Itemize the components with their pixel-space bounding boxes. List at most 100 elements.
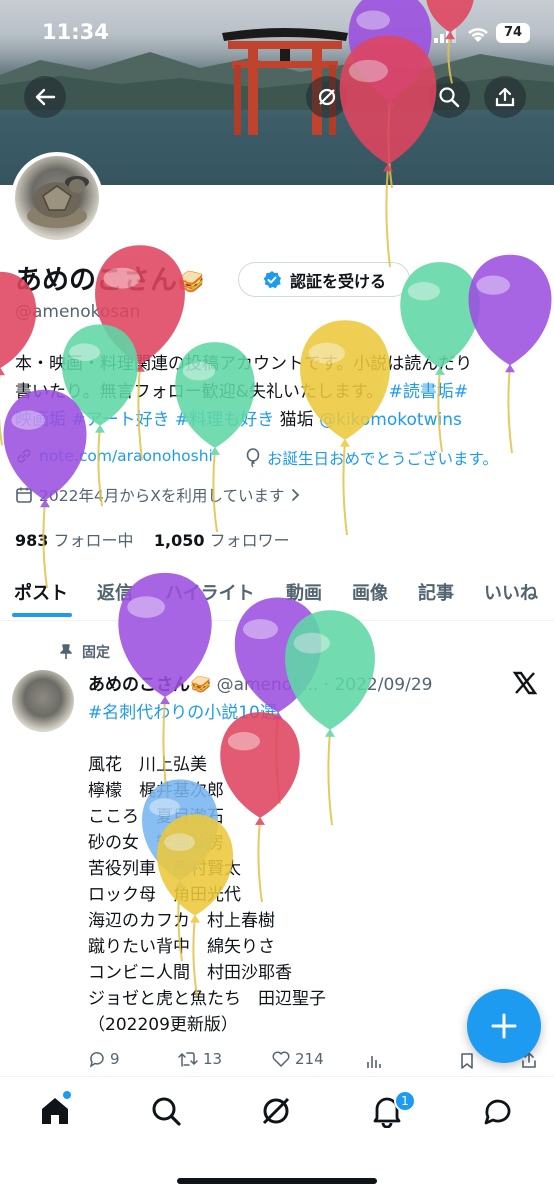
active-tab-indicator [12,613,72,617]
following-count: 983 [15,531,49,550]
birthday-row: お誕生日おめでとうございます。 [245,447,498,469]
search-icon [439,87,460,108]
reply-button[interactable]: 9 [88,1050,120,1068]
post-text-line: 苦役列車 西村賢太 [88,859,241,879]
followers-link[interactable]: 1,050 フォロワー [154,531,290,550]
following-link[interactable]: 983 フォロー中 [15,531,134,550]
post-author-emoji: 🥪 [190,675,212,695]
bio-line: 本・映画・料理関連の投稿アカウントです。小説は読んだり [15,354,473,374]
joined-row[interactable]: 2022年4月からXを利用しています [15,484,302,506]
balloon-icon [246,448,260,468]
post-text-line: こころ 夏目漱石 [88,807,224,827]
reply-count: 9 [110,1050,120,1068]
following-label: フォロー中 [53,531,134,550]
post-author-avatar[interactable] [12,670,74,732]
search-profile-button[interactable] [428,76,470,118]
repost-icon [178,1052,198,1067]
link-icon [17,449,31,463]
tab-articles[interactable]: 記事 [418,579,454,605]
battery-indicator: 74 [496,23,530,43]
birthday-text: お誕生日おめでとうございます。 [267,450,498,468]
profile-avatar[interactable] [11,152,103,244]
back-button[interactable] [24,76,66,118]
profile-handle: @amenokosan [15,302,141,322]
tortoise-avatar-image [27,176,89,228]
grok-icon [262,1097,290,1125]
post-author-name[interactable]: あめのこさん [88,675,190,695]
bio-text: 猫垢 [274,410,320,430]
get-verified-label: 認証を受ける [289,271,386,291]
website-link[interactable]: note.com/araonohoshi [39,447,213,465]
nav-home[interactable] [38,1091,72,1132]
bookmark-icon[interactable] [458,1052,476,1070]
followers-label: フォロワー [209,531,290,550]
chevron-right-icon [292,489,300,501]
profile-tabs: ポスト 返信 ハイライト 動画 画像 記事 いいね [0,560,554,621]
mention-link[interactable]: @kikomokotwins [319,410,462,430]
views-icon[interactable] [365,1052,383,1070]
home-unread-dot [63,1091,71,1099]
wifi-icon [468,28,488,42]
tab-posts[interactable]: ポスト [14,579,68,605]
reply-icon [89,1052,104,1068]
like-icon [272,1051,290,1067]
search-icon [152,1097,181,1126]
profile-bio: 本・映画・料理関連の投稿アカウントです。小説は読んだり 書いたり。無言フォロー歓… [15,350,540,434]
website-row[interactable]: note.com/araonohoshi [15,447,213,465]
hashtag-link[interactable]: # [454,382,468,402]
grok-button[interactable] [306,76,348,118]
post-hashtag[interactable]: #名刺代わりの小説10選 [88,698,277,723]
tab-replies[interactable]: 返信 [97,579,133,605]
repost-count: 13 [203,1050,223,1068]
x-logo-icon [512,671,538,695]
notifications-badge: 1 [394,1090,416,1112]
tab-likes[interactable]: いいね [484,579,538,605]
post-header: あめのこさん🥪 @amenok... · 2022/09/29 [88,670,432,695]
pinned-indicator: 固定 [58,642,110,662]
home-icon [42,1098,68,1124]
bio-line: 書いたり。無言フォロー歓迎&失礼いたします。 #読書垢# [15,378,540,406]
post-text-line: コンビニ人間 村田沙耶香 [88,963,292,983]
compose-plus-icon [491,1013,517,1039]
verified-badge-icon [263,270,281,288]
profile-name-emoji: 🥪 [177,270,205,295]
nav-messages[interactable] [481,1094,515,1132]
nav-notifications[interactable]: 1 [370,1090,416,1132]
follow-stats: 983 フォロー中 1,050 フォロワー [15,527,290,551]
balloon [285,610,375,826]
hashtag-link[interactable]: #読書垢 [389,382,454,402]
post-text-line: （202209更新版） [88,1015,238,1035]
post-text-line: 海辺のカフカ 村上春樹 [88,911,275,931]
repost-button[interactable]: 13 [177,1050,222,1068]
post-author-handle: @amenok... [216,675,319,695]
grok-icon [318,88,336,106]
nav-grok[interactable] [259,1094,293,1132]
tab-images[interactable]: 画像 [352,579,388,605]
post-text-line: 蹴りたい背中 綿矢りさ [88,937,275,957]
compose-button[interactable] [467,989,541,1063]
tab-videos[interactable]: 動画 [286,579,322,605]
like-count: 214 [295,1050,324,1068]
profile-name-text: あめのこさん [15,265,177,296]
nav-search[interactable] [149,1094,183,1132]
get-verified-button[interactable]: 認証を受ける [238,262,410,297]
back-arrow-icon [35,88,56,106]
pinned-label: 固定 [82,645,110,661]
status-bar: 11:34 74 [0,0,554,60]
tab-highlights[interactable]: ハイライト [165,579,255,605]
post-text-line: ロック母 角田光代 [88,885,241,905]
bio-text: 書いたり。無言フォロー歓迎&失礼いたします。 [15,382,384,402]
like-button[interactable]: 214 [271,1050,324,1068]
share-button[interactable] [484,76,526,118]
post-text-line: 檸檬 梶井基次郎 [88,781,224,801]
messages-icon [484,1099,511,1125]
followers-count: 1,050 [153,531,205,550]
share-icon [495,87,515,107]
post-text-line: ジョゼと虎と魚たち 田辺聖子 [88,989,326,1009]
signal-icon [434,27,456,43]
home-indicator [177,1178,377,1184]
post-date: · 2022/09/29 [323,675,433,695]
hashtag-link[interactable]: 映画垢 #アート好き #料理も好き [15,410,274,430]
status-time: 11:34 [42,20,109,44]
profile-name: あめのこさん🥪 [15,258,204,297]
